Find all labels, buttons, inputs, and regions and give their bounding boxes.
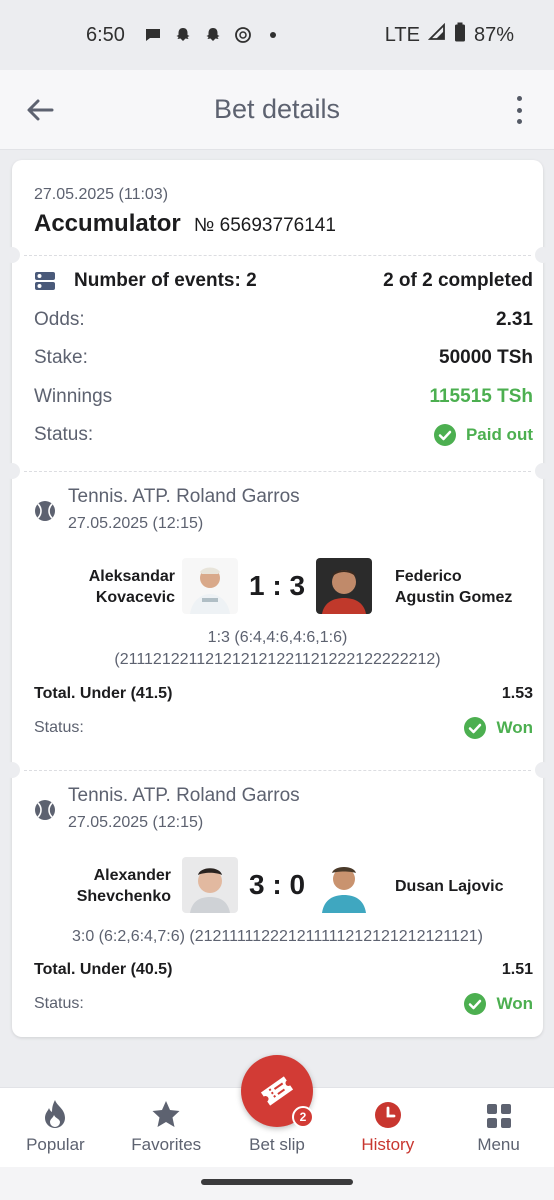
clock: 6:50 xyxy=(86,23,125,46)
match-score: 1 : 3 xyxy=(248,570,306,601)
bet-odds: 1.51 xyxy=(501,961,533,978)
battery-level: 87% xyxy=(473,23,514,46)
bet-market: Total. Under (41.5) xyxy=(34,685,173,702)
check-circle-icon xyxy=(433,424,456,446)
won-status: Won xyxy=(464,717,533,739)
away-player-name: Dusan Lajovic xyxy=(395,878,504,895)
home-player-name: Aleksandar Kovacevic xyxy=(88,568,175,606)
network-type: LTE xyxy=(384,23,420,46)
winnings-label: Winnings xyxy=(34,386,113,407)
paid-out-status: Paid out xyxy=(433,424,533,446)
signal-icon xyxy=(427,22,446,47)
event-date: 27.05.2025 (12:15) xyxy=(68,515,204,532)
more-options-icon[interactable] xyxy=(514,96,524,124)
clock-icon xyxy=(374,1102,401,1128)
ghost-icon xyxy=(173,25,193,45)
away-player-name: Federico Agustin Gomez xyxy=(395,568,513,606)
tennis-ball-icon xyxy=(35,501,55,521)
app-bar: Bet details xyxy=(0,70,554,150)
grid-icon xyxy=(486,1104,511,1128)
ghost-icon xyxy=(203,25,223,45)
gesture-area xyxy=(0,1167,554,1200)
match-detail: 3:0 (6:2,6:4,7:6) (212111112221211111212… xyxy=(71,928,484,945)
odds-label: Odds: xyxy=(34,309,85,330)
home-indicator[interactable] xyxy=(201,1179,353,1185)
back-arrow-icon[interactable] xyxy=(24,94,56,126)
status-label: Status: xyxy=(34,424,94,445)
star-icon xyxy=(152,1101,180,1127)
ticket-icon xyxy=(260,1076,294,1106)
bet-card: 27.05.2025 (11:03) Accumulator № 6569377… xyxy=(4,160,551,1037)
odds-row: Odds: 2.31 xyxy=(34,309,533,331)
notification-icons xyxy=(143,25,283,45)
battery-icon xyxy=(454,22,466,48)
odds-value: 2.31 xyxy=(496,309,533,330)
home-player-name: Alexander Shevchenko xyxy=(76,867,171,905)
tennis-ball-icon xyxy=(35,800,55,820)
bet-type: Accumulator xyxy=(34,210,181,237)
away-player-avatar xyxy=(316,857,372,913)
event-status-row: Status: Won xyxy=(34,993,533,1015)
bet-number: № 65693776141 xyxy=(194,215,336,236)
winnings-value: 115515 TSh xyxy=(429,386,533,407)
bet-odds: 1.53 xyxy=(501,685,533,702)
message-icon xyxy=(143,25,163,45)
bet-slip-badge: 2 xyxy=(292,1106,314,1128)
match-score: 3 : 0 xyxy=(248,869,306,900)
event-bet-row: Total. Under (41.5) 1.53 xyxy=(34,685,533,703)
flame-icon xyxy=(45,1100,66,1128)
away-player-avatar xyxy=(316,558,372,614)
events-list-icon xyxy=(35,272,55,290)
winnings-row: Winnings 115515 TSh xyxy=(34,386,533,408)
match-detail: 1:3 (6:4,4:6,4:6,1:6) (21112122112121212… xyxy=(114,629,441,668)
nav-menu[interactable]: Menu xyxy=(443,1088,554,1167)
home-player-avatar xyxy=(182,558,238,614)
nav-popular[interactable]: Popular xyxy=(0,1088,111,1167)
events-summary: Number of events: 2 2 of 2 completed xyxy=(34,270,533,292)
stake-label: Stake: xyxy=(34,347,88,368)
bet-market: Total. Under (40.5) xyxy=(34,961,173,978)
nav-favorites[interactable]: Favorites xyxy=(111,1088,222,1167)
ai-app-icon xyxy=(233,25,253,45)
events-count: Number of events: 2 xyxy=(74,270,257,291)
events-completed: 2 of 2 completed xyxy=(383,270,533,291)
check-circle-icon xyxy=(464,717,487,739)
event-league[interactable]: Tennis. ATP. Roland Garros xyxy=(68,785,300,807)
status-row: Status: Paid out xyxy=(34,424,533,446)
event-league[interactable]: Tennis. ATP. Roland Garros xyxy=(68,486,300,508)
more-notifications-icon xyxy=(263,25,283,45)
event-bet-row: Total. Under (40.5) 1.51 xyxy=(34,961,533,979)
nav-history[interactable]: History xyxy=(332,1088,443,1167)
bet-date: 27.05.2025 (11:03) xyxy=(34,186,169,203)
home-player-avatar xyxy=(182,857,238,913)
won-status: Won xyxy=(464,993,533,1015)
check-circle-icon xyxy=(464,993,487,1015)
status-bar: 6:50 LTE 87% xyxy=(0,0,554,70)
stake-value: 50000 TSh xyxy=(439,347,533,368)
event-date: 27.05.2025 (12:15) xyxy=(68,814,204,831)
event-status-row: Status: Won xyxy=(34,717,533,739)
stake-row: Stake: 50000 TSh xyxy=(34,347,533,369)
page-title: Bet details xyxy=(213,94,341,124)
